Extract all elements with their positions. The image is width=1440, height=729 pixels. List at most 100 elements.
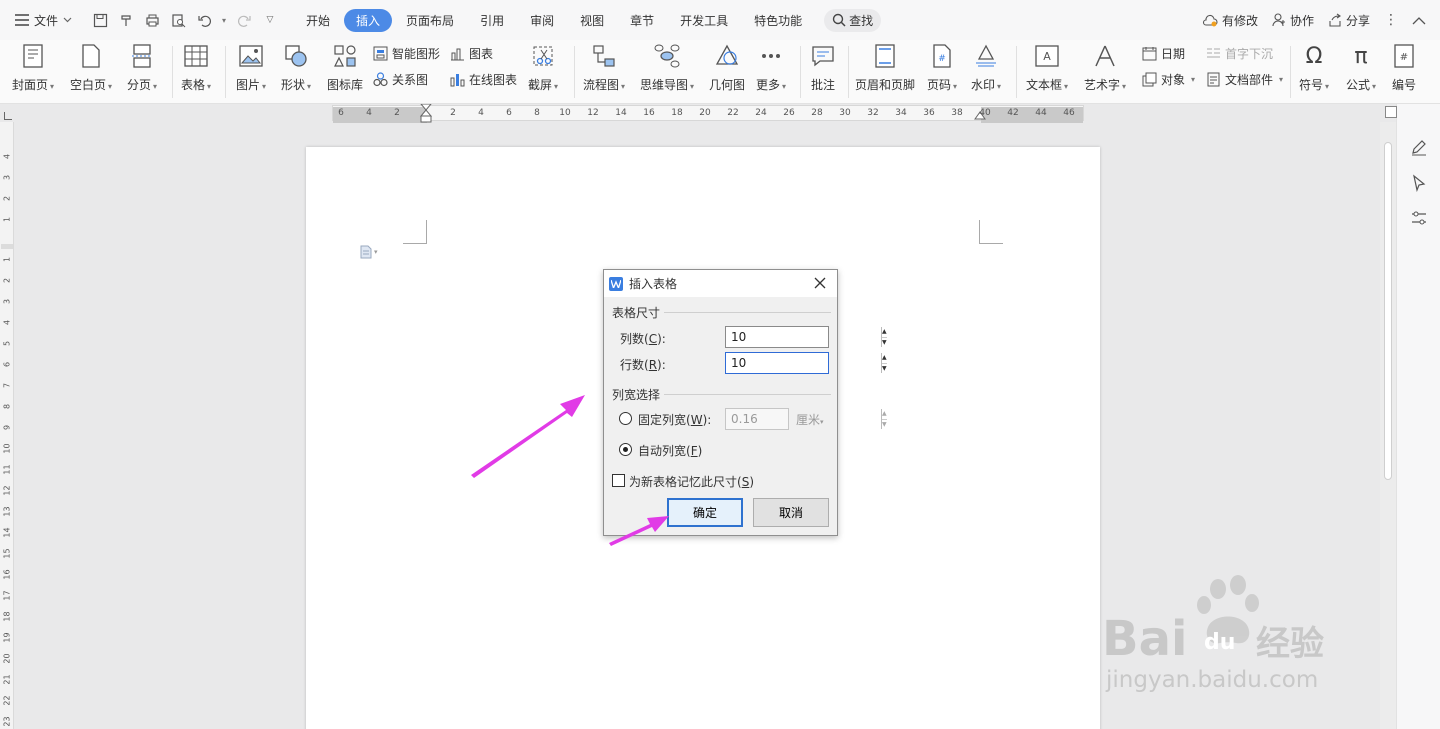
more-options-icon[interactable]: ⋮ (1384, 12, 1398, 28)
date-label: 日期 (1161, 47, 1186, 61)
undo-dropdown-icon[interactable]: ▾ (220, 10, 228, 30)
textbox-button[interactable]: A 文本框 ▾ (1026, 42, 1068, 93)
split-view-icon[interactable] (1385, 106, 1397, 118)
tab-insert[interactable]: 插入 (344, 8, 393, 32)
remember-size-checkbox[interactable] (612, 474, 625, 487)
symbol-button[interactable]: Ω 符号 ▾ (1299, 42, 1329, 93)
fixed-width-radio[interactable] (619, 412, 632, 425)
table-button[interactable]: 表格 ▾ (181, 42, 211, 93)
blank-page-button[interactable]: 空白页 ▾ (70, 42, 112, 93)
shape-button[interactable]: 形状 ▾ (281, 42, 311, 93)
bar-chart-icon (451, 48, 464, 61)
column-width-heading: 列宽选择 (612, 388, 661, 402)
spin-down-icon[interactable]: ▼ (882, 338, 887, 348)
comment-button[interactable]: 批注 (809, 42, 837, 93)
tab-section[interactable]: 章节 (618, 9, 666, 32)
tab-stop-icon[interactable] (4, 112, 12, 120)
ribbon-separator (1290, 46, 1291, 98)
wordart-button[interactable]: 艺术字 ▾ (1084, 42, 1126, 93)
scrollbar-thumb[interactable] (1384, 142, 1392, 480)
chart-button[interactable]: 图表 (450, 45, 493, 62)
format-painter-icon[interactable] (116, 10, 136, 30)
spin-down-icon[interactable]: ▼ (882, 364, 887, 374)
rows-spinner[interactable]: ▲▼ (725, 352, 887, 374)
tab-developer[interactable]: 开发工具 (668, 9, 740, 32)
geometry-label: 几何图 (709, 78, 746, 92)
page-number-button[interactable]: # 页码 ▾ (927, 42, 957, 93)
object-icon (1142, 72, 1157, 87)
textbox-icon: A (1033, 42, 1061, 70)
more-button[interactable]: 更多 ▾ (756, 42, 786, 93)
close-button[interactable] (811, 274, 829, 292)
doc-parts-button[interactable]: 文档部件 ▾ (1206, 71, 1283, 88)
smartart-button[interactable]: 智能图形 (373, 45, 440, 62)
ribbon-separator (574, 46, 575, 98)
modified-status-button[interactable]: 有修改 (1202, 12, 1258, 29)
print-preview-icon[interactable] (168, 10, 188, 30)
cancel-button[interactable]: 取消 (753, 498, 829, 527)
share-button[interactable]: 分享 (1328, 12, 1370, 29)
collab-button[interactable]: 协作 (1272, 12, 1314, 29)
flowchart-button[interactable]: 流程图 ▾ (583, 42, 625, 93)
rows-input[interactable] (726, 353, 881, 373)
tab-special[interactable]: 特色功能 (742, 9, 814, 32)
page-break-button[interactable]: 分页 ▾ (127, 42, 157, 93)
ruler-tick-label: 12 (587, 108, 599, 118)
search-box[interactable]: 查找 (824, 8, 882, 32)
tab-home[interactable]: 开始 (294, 9, 342, 32)
header-footer-button[interactable]: 页眉和页脚 (855, 42, 915, 93)
columns-spinner[interactable]: ▲▼ (725, 326, 887, 348)
date-button[interactable]: 日期 (1142, 45, 1185, 62)
formula-button[interactable]: π 公式 ▾ (1346, 42, 1376, 93)
customize-qa-icon[interactable]: ▽ (260, 10, 280, 30)
svg-text:A: A (1043, 50, 1051, 63)
save-icon[interactable] (90, 10, 110, 30)
comment-icon (809, 42, 837, 70)
numbering-button[interactable]: # 编号 (1390, 42, 1418, 93)
margin-corner-top-left (403, 220, 427, 244)
spin-up-icon[interactable]: ▲ (882, 353, 887, 364)
ruler-tick-label: 4 (2, 153, 12, 160)
cover-page-button[interactable]: 封面页 ▾ (12, 42, 54, 93)
settings-sliders-icon[interactable] (1409, 208, 1429, 228)
object-button[interactable]: 对象 ▾ (1142, 71, 1195, 88)
ruler-tick-label: 44 (1035, 108, 1047, 118)
screenshot-button[interactable]: 截屏 ▾ (528, 42, 558, 93)
ruler-tick-label: 5 (2, 340, 12, 347)
hamburger-icon (15, 14, 29, 26)
cursor-icon[interactable] (1409, 173, 1429, 193)
dialog-titlebar[interactable]: 插入表格 (604, 270, 837, 297)
undo-icon[interactable] (194, 10, 214, 30)
vertical-scrollbar[interactable] (1380, 122, 1396, 729)
table-size-heading: 表格尺寸 (612, 306, 661, 320)
watermark-du: du (1204, 630, 1235, 655)
collapse-ribbon-icon[interactable] (1412, 16, 1426, 25)
online-chart-button[interactable]: 在线图表 (450, 71, 517, 88)
mindmap-button[interactable]: 思维导图 ▾ (640, 42, 694, 93)
tab-references[interactable]: 引用 (468, 9, 516, 32)
columns-input[interactable] (726, 327, 881, 347)
pen-icon[interactable] (1409, 137, 1429, 157)
table-icon (182, 42, 210, 70)
tab-review[interactable]: 审阅 (518, 9, 566, 32)
geometry-button[interactable]: 几何图 (709, 42, 745, 93)
wps-logo-icon (609, 276, 623, 291)
icon-library-button[interactable]: 图标库 (327, 42, 363, 93)
ruler-tick-label: 8 (2, 403, 12, 410)
redo-icon[interactable] (234, 10, 254, 30)
paragraph-handle[interactable]: ▾ (360, 245, 378, 259)
doc-parts-icon (1207, 72, 1220, 87)
watermark-icon (972, 42, 1000, 70)
tab-page-layout[interactable]: 页面布局 (394, 9, 466, 32)
spin-up-icon[interactable]: ▲ (882, 327, 887, 338)
indent-marker-icon[interactable] (419, 104, 433, 124)
watermark-button[interactable]: 水印 ▾ (971, 42, 1001, 93)
print-icon[interactable] (142, 10, 162, 30)
file-menu[interactable]: 文件 (15, 12, 72, 29)
horizontal-ruler[interactable] (0, 104, 1378, 124)
auto-width-radio[interactable] (619, 443, 632, 456)
ok-button[interactable]: 确定 (667, 498, 743, 527)
picture-button[interactable]: 图片 ▾ (236, 42, 266, 93)
relation-chart-button[interactable]: 关系图 (373, 71, 428, 88)
tab-view[interactable]: 视图 (568, 9, 616, 32)
